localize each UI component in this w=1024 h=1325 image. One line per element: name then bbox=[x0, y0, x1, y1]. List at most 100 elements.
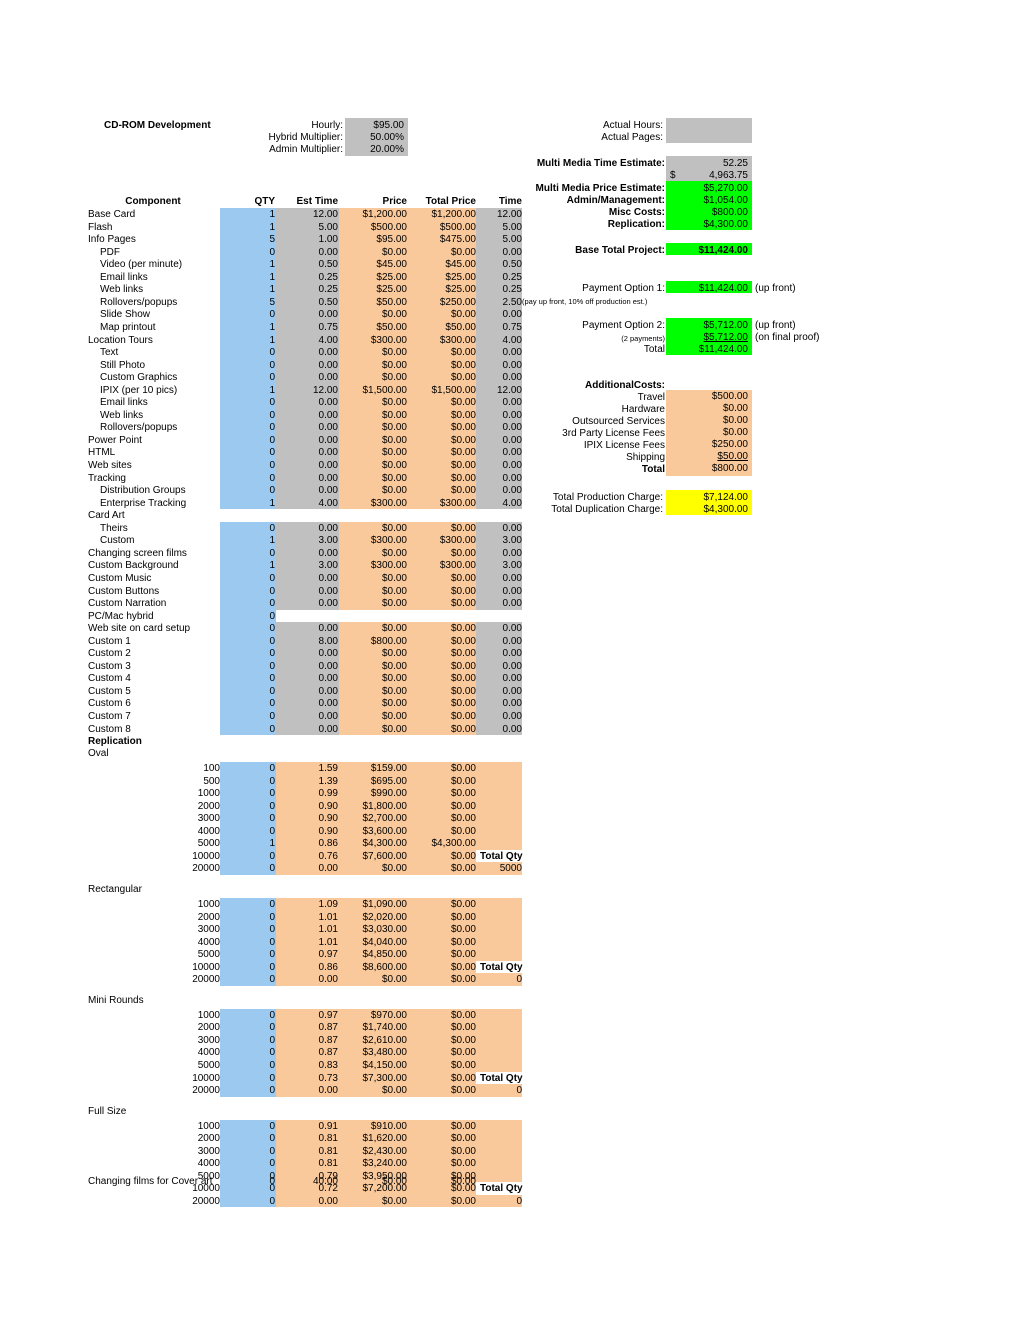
replication-qty-1-1[interactable]: 0 bbox=[220, 912, 279, 924]
table-cell-22-total[interactable]: $0.00 bbox=[408, 485, 480, 497]
table-cell-13-est[interactable]: 0.00 bbox=[276, 372, 342, 384]
table-cell-16-est[interactable]: 0.00 bbox=[276, 410, 342, 422]
table-cell-41-total[interactable]: $0.00 bbox=[408, 724, 480, 736]
actual-value-0[interactable] bbox=[668, 120, 748, 132]
table-cell-4-est[interactable]: 0.50 bbox=[276, 259, 342, 271]
table-cell-8-price[interactable]: $0.00 bbox=[339, 309, 411, 321]
table-cell-7-est[interactable]: 0.50 bbox=[276, 297, 342, 309]
table-cell-16-qty[interactable]: 0 bbox=[220, 410, 279, 422]
table-cell-0-est[interactable]: 12.00 bbox=[276, 209, 342, 221]
table-cell-9-qty[interactable]: 1 bbox=[220, 322, 279, 334]
table-cell-16-time[interactable]: 0.00 bbox=[477, 410, 526, 422]
table-cell-21-est[interactable]: 0.00 bbox=[276, 473, 342, 485]
table-cell-38-total[interactable]: $0.00 bbox=[408, 686, 480, 698]
table-cell-10-est[interactable]: 4.00 bbox=[276, 335, 342, 347]
table-cell-6-est[interactable]: 0.25 bbox=[276, 284, 342, 296]
table-cell-8-est[interactable]: 0.00 bbox=[276, 309, 342, 321]
table-cell-37-qty[interactable]: 0 bbox=[220, 673, 279, 685]
table-cell-7-qty[interactable]: 5 bbox=[220, 297, 279, 309]
table-cell-31-time[interactable]: 0.00 bbox=[477, 598, 526, 610]
table-cell-13-qty[interactable]: 0 bbox=[220, 372, 279, 384]
table-cell-6-qty[interactable]: 1 bbox=[220, 284, 279, 296]
table-cell-36-qty[interactable]: 0 bbox=[220, 661, 279, 673]
table-cell-40-qty[interactable]: 0 bbox=[220, 711, 279, 723]
table-cell-23-time[interactable]: 4.00 bbox=[477, 498, 526, 510]
replication-qty-3-0[interactable]: 0 bbox=[220, 1121, 279, 1133]
table-cell-41-price[interactable]: $0.00 bbox=[339, 724, 411, 736]
table-cell-23-qty[interactable]: 1 bbox=[220, 498, 279, 510]
table-cell-26-est[interactable]: 3.00 bbox=[276, 535, 342, 547]
replication-qty-0-2[interactable]: 0 bbox=[220, 788, 279, 800]
table-cell-40-total[interactable]: $0.00 bbox=[408, 711, 480, 723]
replication-qty-1-2[interactable]: 0 bbox=[220, 924, 279, 936]
table-cell-4-price[interactable]: $45.00 bbox=[339, 259, 411, 271]
table-cell-15-qty[interactable]: 0 bbox=[220, 397, 279, 409]
table-cell-20-est[interactable]: 0.00 bbox=[276, 460, 342, 472]
table-cell-9-total[interactable]: $50.00 bbox=[408, 322, 480, 334]
replication-qty-0-4[interactable]: 0 bbox=[220, 813, 279, 825]
table-cell-5-price[interactable]: $25.00 bbox=[339, 272, 411, 284]
rate-value-1[interactable]: 50.00% bbox=[345, 132, 404, 144]
replication-qty-2-5[interactable]: 0 bbox=[220, 1073, 279, 1085]
table-cell-11-time[interactable]: 0.00 bbox=[477, 347, 526, 359]
table-cell-6-price[interactable]: $25.00 bbox=[339, 284, 411, 296]
replication-qty-0-3[interactable]: 0 bbox=[220, 801, 279, 813]
table-cell-28-qty[interactable]: 1 bbox=[220, 560, 279, 572]
table-cell-27-time[interactable]: 0.00 bbox=[477, 548, 526, 560]
table-cell-41-time[interactable]: 0.00 bbox=[477, 724, 526, 736]
table-cell-22-time[interactable]: 0.00 bbox=[477, 485, 526, 497]
table-cell-15-price[interactable]: $0.00 bbox=[339, 397, 411, 409]
table-cell-14-price[interactable]: $1,500.00 bbox=[339, 385, 411, 397]
table-cell-19-est[interactable]: 0.00 bbox=[276, 447, 342, 459]
table-cell-2-price[interactable]: $95.00 bbox=[339, 234, 411, 246]
table-cell-30-time[interactable]: 0.00 bbox=[477, 586, 526, 598]
table-cell-14-total[interactable]: $1,500.00 bbox=[408, 385, 480, 397]
table-cell-27-total[interactable]: $0.00 bbox=[408, 548, 480, 560]
table-cell-11-est[interactable]: 0.00 bbox=[276, 347, 342, 359]
table-cell-28-price[interactable]: $300.00 bbox=[339, 560, 411, 572]
table-cell-20-total[interactable]: $0.00 bbox=[408, 460, 480, 472]
table-cell-25-est[interactable]: 0.00 bbox=[276, 523, 342, 535]
replication-qty-3-3[interactable]: 0 bbox=[220, 1158, 279, 1170]
table-cell-9-time[interactable]: 0.75 bbox=[477, 322, 526, 334]
table-cell-28-total[interactable]: $300.00 bbox=[408, 560, 480, 572]
replication-qty-3-6[interactable]: 0 bbox=[220, 1196, 279, 1208]
table-cell-12-price[interactable]: $0.00 bbox=[339, 360, 411, 372]
table-cell-39-price[interactable]: $0.00 bbox=[339, 698, 411, 710]
table-cell-22-qty[interactable]: 0 bbox=[220, 485, 279, 497]
table-cell-29-time[interactable]: 0.00 bbox=[477, 573, 526, 585]
table-cell-19-qty[interactable]: 0 bbox=[220, 447, 279, 459]
replication-qty-2-6[interactable]: 0 bbox=[220, 1085, 279, 1097]
replication-qty-1-3[interactable]: 0 bbox=[220, 937, 279, 949]
table-cell-31-total[interactable]: $0.00 bbox=[408, 598, 480, 610]
table-cell-36-est[interactable]: 0.00 bbox=[276, 661, 342, 673]
table-cell-26-price[interactable]: $300.00 bbox=[339, 535, 411, 547]
table-cell-29-est[interactable]: 0.00 bbox=[276, 573, 342, 585]
table-cell-18-total[interactable]: $0.00 bbox=[408, 435, 480, 447]
table-cell-31-est[interactable]: 0.00 bbox=[276, 598, 342, 610]
replication-qty-1-4[interactable]: 0 bbox=[220, 949, 279, 961]
table-cell-11-qty[interactable]: 0 bbox=[220, 347, 279, 359]
table-cell-17-total[interactable]: $0.00 bbox=[408, 422, 480, 434]
replication-qty-1-6[interactable]: 0 bbox=[220, 974, 279, 986]
table-cell-38-qty[interactable]: 0 bbox=[220, 686, 279, 698]
rate-value-2[interactable]: 20.00% bbox=[345, 144, 404, 156]
table-cell-21-total[interactable]: $0.00 bbox=[408, 473, 480, 485]
table-cell-7-total[interactable]: $250.00 bbox=[408, 297, 480, 309]
table-cell-12-est[interactable]: 0.00 bbox=[276, 360, 342, 372]
table-cell-29-qty[interactable]: 0 bbox=[220, 573, 279, 585]
replication-qty-2-1[interactable]: 0 bbox=[220, 1022, 279, 1034]
table-cell-18-qty[interactable]: 0 bbox=[220, 435, 279, 447]
table-cell-37-time[interactable]: 0.00 bbox=[477, 673, 526, 685]
table-cell-19-total[interactable]: $0.00 bbox=[408, 447, 480, 459]
table-cell-5-qty[interactable]: 1 bbox=[220, 272, 279, 284]
actual-value-1[interactable] bbox=[668, 132, 748, 144]
table-cell-25-qty[interactable]: 0 bbox=[220, 523, 279, 535]
table-cell-17-est[interactable]: 0.00 bbox=[276, 422, 342, 434]
table-cell-2-qty[interactable]: 5 bbox=[220, 234, 279, 246]
table-cell-39-est[interactable]: 0.00 bbox=[276, 698, 342, 710]
replication-qty-0-1[interactable]: 0 bbox=[220, 776, 279, 788]
table-cell-21-qty[interactable]: 0 bbox=[220, 473, 279, 485]
table-cell-2-total[interactable]: $475.00 bbox=[408, 234, 480, 246]
table-cell-16-price[interactable]: $0.00 bbox=[339, 410, 411, 422]
